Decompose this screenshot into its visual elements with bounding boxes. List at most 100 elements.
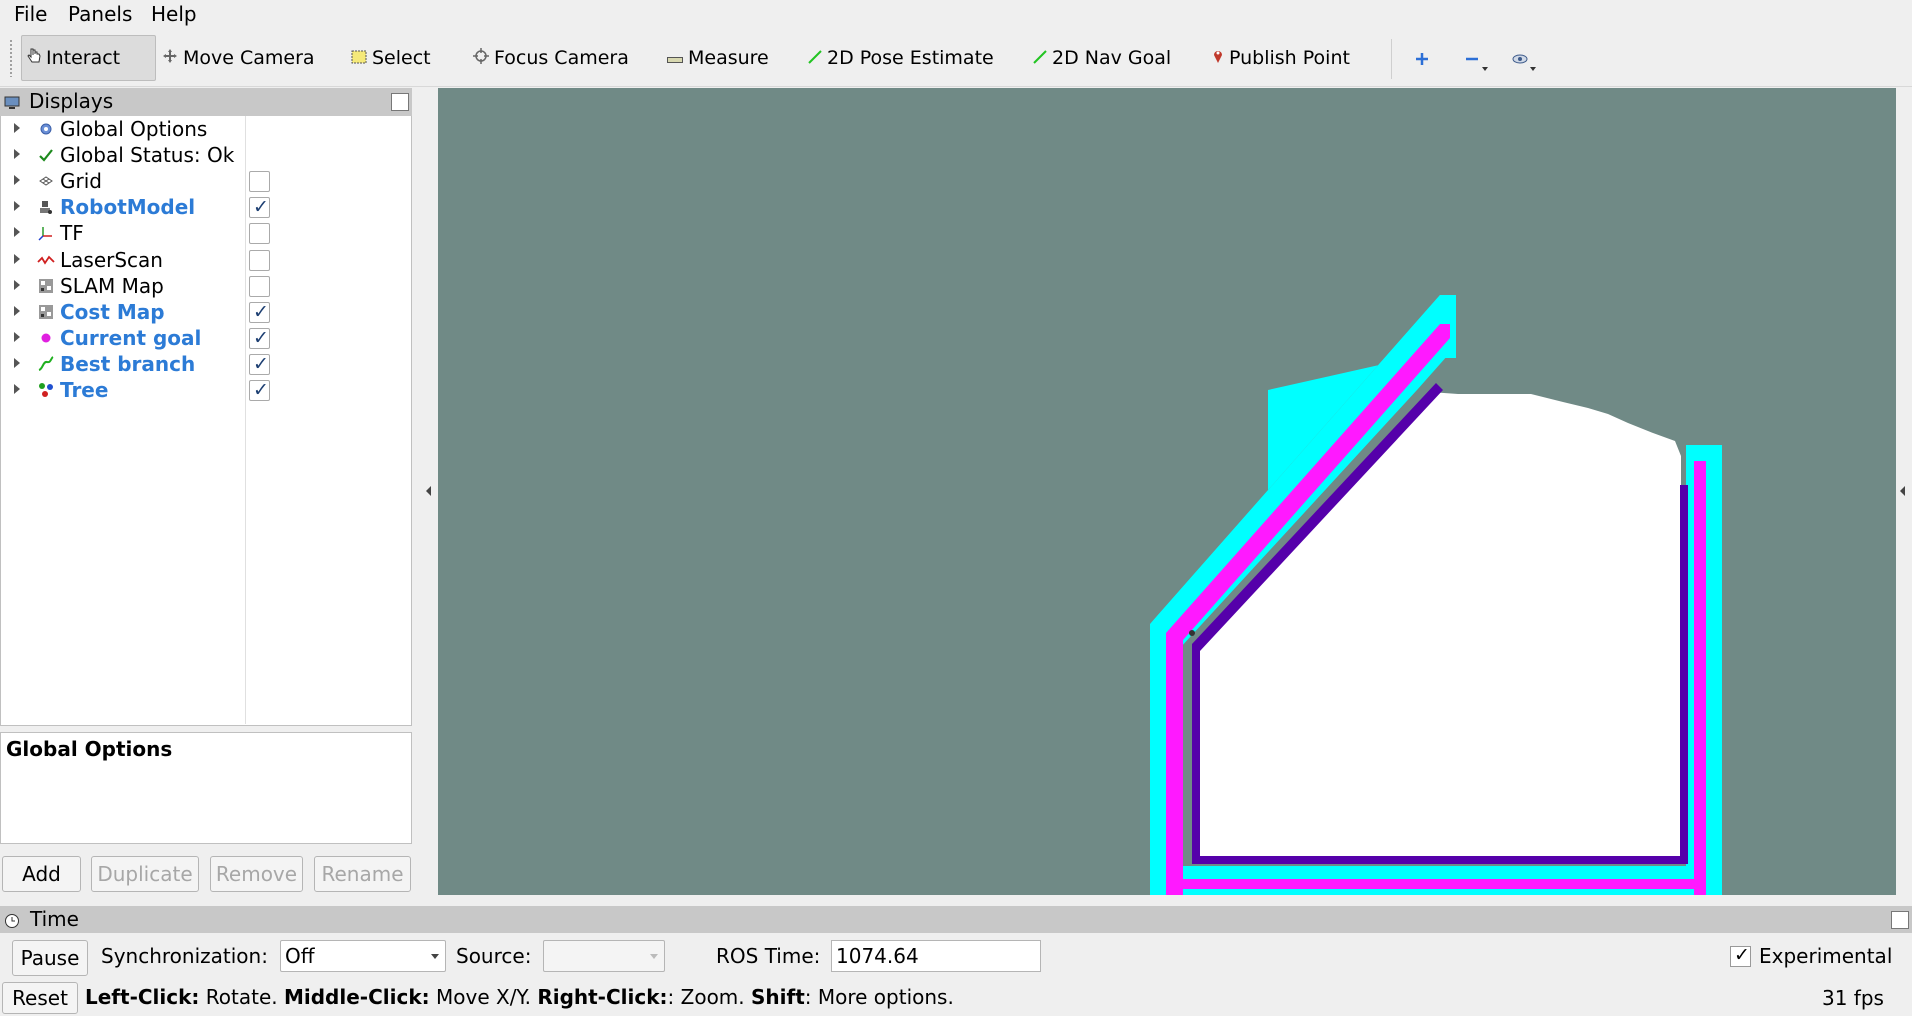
experimental-checkbox[interactable]: ✓ bbox=[1730, 944, 1751, 967]
add-display-button[interactable]: Add bbox=[2, 856, 81, 892]
tree-icon bbox=[37, 381, 55, 399]
display-item-label: Global Options bbox=[60, 117, 208, 141]
nav-goal-tool-button[interactable]: 2D Nav Goal bbox=[1033, 35, 1171, 81]
display-enable-checkbox[interactable] bbox=[249, 171, 270, 193]
green-arrow-icon bbox=[808, 47, 822, 69]
duplicate-display-button[interactable]: Duplicate bbox=[91, 856, 199, 892]
check-icon: ✓ bbox=[253, 379, 269, 401]
menu-bar: File Panels Help bbox=[0, 0, 1912, 29]
display-item-robotmodel[interactable]: RobotModel ✓ bbox=[1, 194, 411, 220]
move-camera-tool-button[interactable]: Move Camera bbox=[162, 35, 315, 81]
ros-time-field[interactable]: 1074.64 bbox=[831, 940, 1041, 972]
map-icon bbox=[37, 303, 55, 321]
move-arrows-icon bbox=[162, 47, 178, 69]
rename-display-button[interactable]: Rename bbox=[314, 856, 411, 892]
measure-tool-button[interactable]: Measure bbox=[667, 35, 769, 81]
expand-arrow-icon[interactable] bbox=[14, 305, 20, 316]
check-icon: ✓ bbox=[253, 352, 269, 375]
display-item-label: Best branch bbox=[60, 351, 196, 376]
expand-arrow-icon[interactable] bbox=[14, 175, 20, 186]
display-item-current-goal[interactable]: Current goal ✓ bbox=[1, 325, 411, 351]
display-item-label: Global Status: Ok bbox=[60, 143, 235, 168]
display-item-best-branch[interactable]: Best branch ✓ bbox=[1, 351, 411, 377]
select-tool-button[interactable]: Select bbox=[351, 35, 431, 81]
right-click-desc: : Zoom. bbox=[667, 985, 751, 1009]
display-item-global-options[interactable]: Global Options bbox=[1, 116, 411, 142]
displays-float-button[interactable] bbox=[391, 93, 409, 111]
toolbar-grip[interactable] bbox=[9, 39, 13, 77]
chevron-down-icon bbox=[650, 954, 658, 959]
display-enable-checkbox[interactable] bbox=[249, 249, 270, 271]
synchronization-select[interactable]: Off bbox=[280, 940, 446, 972]
gear-icon bbox=[37, 120, 55, 138]
display-item-grid[interactable]: Grid bbox=[1, 168, 411, 194]
expand-arrow-icon[interactable] bbox=[14, 123, 20, 133]
interact-tool-button[interactable]: Interact bbox=[21, 35, 156, 81]
description-title: Global Options bbox=[6, 737, 173, 761]
display-item-label: Cost Map bbox=[60, 299, 165, 324]
remove-tool-button[interactable] bbox=[1452, 39, 1492, 79]
add-tool-button[interactable] bbox=[1402, 39, 1442, 79]
time-float-button[interactable] bbox=[1891, 911, 1909, 929]
nav-goal-label: 2D Nav Goal bbox=[1052, 47, 1172, 69]
display-enable-checkbox[interactable]: ✓ bbox=[249, 326, 270, 349]
expand-arrow-icon[interactable] bbox=[14, 357, 20, 368]
3d-viewport[interactable] bbox=[438, 88, 1896, 895]
menu-help[interactable]: Help bbox=[149, 2, 199, 27]
menu-panels[interactable]: Panels bbox=[66, 2, 134, 27]
expand-arrow-icon[interactable] bbox=[14, 279, 20, 290]
left-splitter-handle[interactable] bbox=[426, 486, 431, 496]
expand-arrow-icon[interactable] bbox=[14, 331, 20, 342]
pause-button[interactable]: Pause bbox=[12, 940, 88, 976]
display-item-laserscan[interactable]: LaserScan bbox=[1, 247, 411, 273]
ruler-icon bbox=[667, 47, 683, 69]
display-enable-checkbox[interactable]: ✓ bbox=[249, 379, 270, 401]
status-hint: Left-Click: Rotate. Middle-Click: Move X… bbox=[85, 982, 954, 1012]
expand-arrow-icon[interactable] bbox=[14, 227, 20, 238]
right-splitter-handle[interactable] bbox=[1900, 486, 1905, 496]
source-label: Source: bbox=[456, 944, 532, 968]
grid-icon bbox=[37, 172, 55, 190]
synchronization-label: Synchronization: bbox=[101, 944, 268, 968]
fps-counter: 31 fps bbox=[1822, 986, 1884, 1010]
display-item-label: Grid bbox=[60, 169, 102, 194]
expand-arrow-icon[interactable] bbox=[14, 201, 20, 212]
ros-time-label: ROS Time: bbox=[716, 944, 821, 968]
description-panel: Global Options bbox=[0, 732, 412, 844]
green-arrow-icon bbox=[1033, 47, 1047, 69]
expand-arrow-icon[interactable] bbox=[14, 384, 20, 394]
check-icon: ✓ bbox=[253, 196, 269, 219]
display-enable-checkbox[interactable]: ✓ bbox=[249, 196, 270, 219]
display-item-tf[interactable]: TF bbox=[1, 220, 411, 246]
check-icon: ✓ bbox=[253, 326, 269, 349]
toolbar: Interact Move Camera Select Focus Camera… bbox=[0, 29, 1912, 87]
pose-estimate-label: 2D Pose Estimate bbox=[827, 47, 994, 69]
publish-point-label: Publish Point bbox=[1229, 47, 1350, 69]
pose-estimate-tool-button[interactable]: 2D Pose Estimate bbox=[808, 35, 994, 81]
expand-arrow-icon[interactable] bbox=[14, 149, 20, 160]
focus-camera-tool-button[interactable]: Focus Camera bbox=[473, 35, 629, 81]
publish-point-tool-button[interactable]: Publish Point bbox=[1212, 35, 1350, 81]
source-select[interactable] bbox=[543, 940, 665, 972]
menu-file[interactable]: File bbox=[12, 2, 49, 27]
robot-icon bbox=[37, 198, 55, 216]
right-click-key: Right-Click: bbox=[537, 985, 668, 1009]
display-enable-checkbox[interactable] bbox=[249, 275, 270, 297]
display-item-tree[interactable]: Tree ✓ bbox=[1, 377, 411, 403]
view-options-button[interactable] bbox=[1500, 39, 1540, 79]
display-enable-checkbox[interactable]: ✓ bbox=[249, 352, 270, 375]
display-enable-checkbox[interactable]: ✓ bbox=[249, 301, 270, 323]
display-item-cost-map[interactable]: Cost Map ✓ bbox=[1, 299, 411, 325]
expand-arrow-icon[interactable] bbox=[14, 253, 20, 264]
map-icon bbox=[37, 277, 55, 295]
move-camera-label: Move Camera bbox=[183, 47, 315, 69]
remove-display-button[interactable]: Remove bbox=[210, 856, 303, 892]
display-enable-checkbox[interactable] bbox=[249, 223, 270, 245]
display-item-slam-map[interactable]: SLAM Map bbox=[1, 273, 411, 299]
display-item-global-status-ok[interactable]: Global Status: Ok bbox=[1, 142, 411, 168]
reset-button[interactable]: Reset bbox=[2, 982, 78, 1014]
plus-icon bbox=[1416, 53, 1428, 65]
select-label: Select bbox=[372, 47, 431, 69]
eye-icon bbox=[1512, 54, 1536, 71]
clock-icon bbox=[4, 912, 20, 934]
